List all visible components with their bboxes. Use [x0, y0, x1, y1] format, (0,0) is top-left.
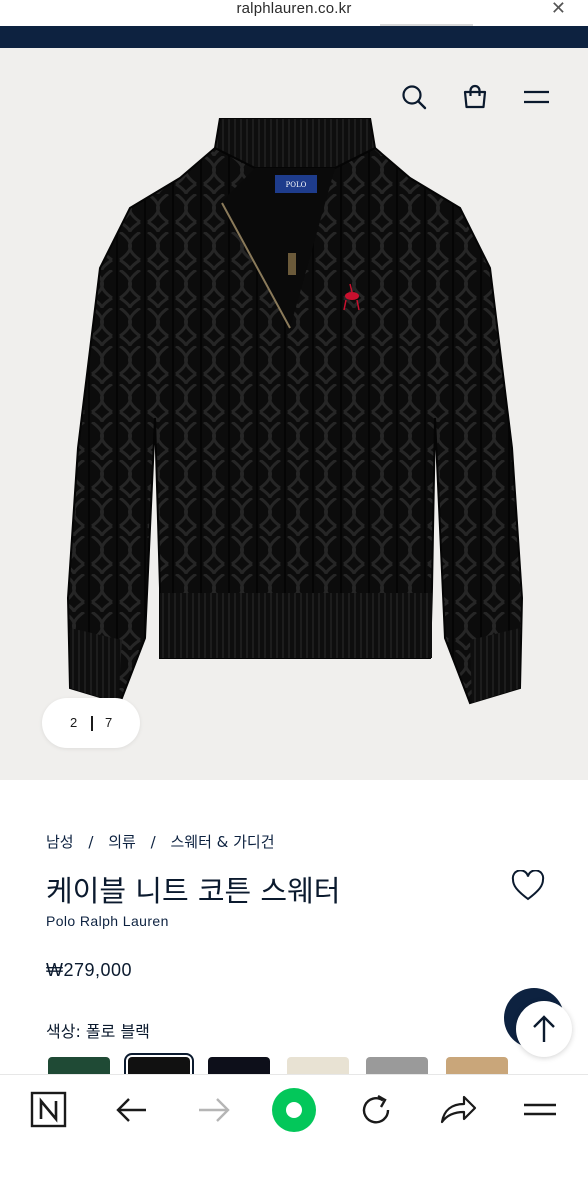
search-icon[interactable] — [400, 83, 428, 111]
breadcrumb-item-men[interactable]: 남성 — [46, 833, 74, 851]
breadcrumb-separator: / — [150, 833, 156, 851]
product-image-sweater: POLO — [66, 118, 524, 705]
close-icon[interactable]: ✕ — [551, 0, 566, 19]
breadcrumb-item-sweaters[interactable]: 스웨터 & 가디건 — [170, 833, 274, 851]
color-label: 색상: 폴로 블랙 — [46, 1022, 150, 1041]
gallery-counter: 2 7 — [42, 698, 140, 748]
arrow-up-icon — [533, 1015, 555, 1042]
breadcrumb: 남성 / 의류 / 스웨터 & 가디건 — [46, 831, 285, 852]
product-brand: Polo Ralph Lauren — [46, 913, 169, 929]
share-icon[interactable] — [438, 1090, 478, 1130]
naver-green-dot-icon[interactable] — [271, 1087, 317, 1133]
product-title: 케이블 니트 코튼 스웨터 — [46, 874, 341, 908]
refresh-icon[interactable] — [356, 1090, 396, 1130]
gallery-counter-divider — [91, 716, 93, 731]
hamburger-menu-icon[interactable] — [522, 83, 550, 111]
back-arrow-icon[interactable] — [112, 1090, 152, 1130]
site-top-banner — [0, 26, 588, 48]
url-text[interactable]: ralphlauren.co.kr — [0, 0, 588, 17]
shopping-bag-icon[interactable] — [461, 83, 489, 111]
gallery-total-count: 7 — [105, 715, 113, 730]
product-price: ₩279,000 — [46, 960, 133, 980]
svg-text:POLO: POLO — [286, 181, 307, 189]
gallery-current-index: 2 — [70, 715, 78, 730]
forward-arrow-icon[interactable] — [194, 1090, 234, 1130]
menu-icon[interactable] — [520, 1090, 560, 1130]
naver-n-icon[interactable] — [29, 1090, 69, 1130]
scroll-to-top-button[interactable] — [516, 1001, 572, 1057]
breadcrumb-separator: / — [88, 833, 94, 851]
heart-icon[interactable] — [511, 870, 545, 902]
browser-url-bar[interactable]: ralphlauren.co.kr ✕ — [0, 0, 588, 26]
breadcrumb-item-clothing[interactable]: 의류 — [108, 833, 136, 851]
